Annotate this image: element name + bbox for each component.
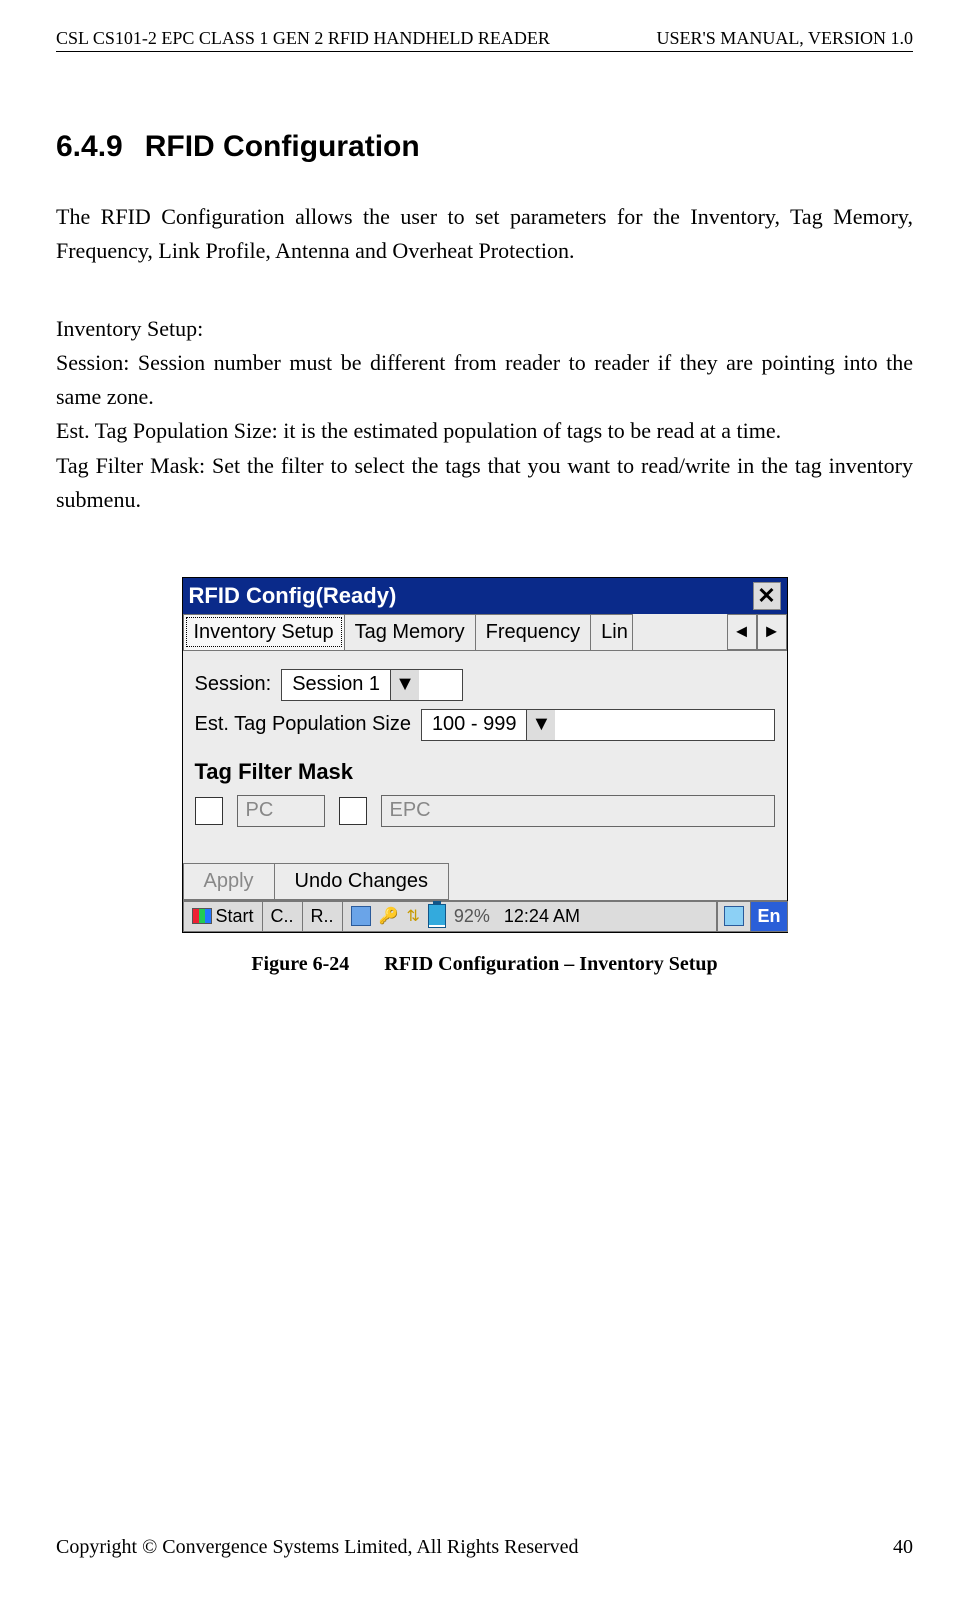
dropdown-icon: ▼ bbox=[390, 670, 419, 700]
copyright: Copyright © Convergence Systems Limited,… bbox=[56, 1536, 579, 1559]
figure-caption: Figure 6-24 RFID Configuration – Invento… bbox=[56, 953, 913, 976]
session-label: Session: bbox=[195, 673, 272, 696]
taskbar-app-1[interactable]: C.. bbox=[262, 901, 303, 932]
pc-checkbox[interactable] bbox=[195, 797, 223, 825]
est-pop-label: Est. Tag Population Size bbox=[195, 713, 411, 736]
windows-logo-icon bbox=[192, 908, 212, 924]
tab-inventory-setup[interactable]: Inventory Setup bbox=[183, 614, 345, 650]
network-icon: ⇅ bbox=[406, 906, 419, 926]
intro-paragraph: The RFID Configuration allows the user t… bbox=[56, 200, 913, 268]
close-icon: ✕ bbox=[757, 583, 775, 609]
chevron-left-icon: ◄ bbox=[733, 621, 751, 642]
rfid-config-dialog: RFID Config(Ready) ✕ Inventory Setup Tag… bbox=[182, 577, 788, 933]
tab-strip: Inventory Setup Tag Memory Frequency Lin… bbox=[183, 614, 787, 651]
chevron-right-icon: ► bbox=[763, 621, 781, 642]
running-header: CSL CS101-2 EPC CLASS 1 GEN 2 RFID HANDH… bbox=[56, 28, 913, 52]
tab-scroll-right[interactable]: ► bbox=[757, 614, 787, 650]
battery-icon bbox=[428, 904, 446, 928]
clock: 12:24 AM bbox=[504, 906, 580, 927]
header-left: CSL CS101-2 EPC CLASS 1 GEN 2 RFID HANDH… bbox=[56, 28, 550, 49]
epc-input[interactable]: EPC bbox=[381, 795, 775, 827]
taskbar: Start C.. R.. 🔑 ⇅ 92% 12:24 AM En bbox=[183, 900, 787, 932]
undo-changes-button[interactable]: Undo Changes bbox=[274, 863, 449, 900]
tab-scroll-left[interactable]: ◄ bbox=[727, 614, 757, 650]
figure-wrap: RFID Config(Ready) ✕ Inventory Setup Tag… bbox=[56, 577, 913, 933]
section-title: RFID Configuration bbox=[145, 130, 420, 164]
page-number: 40 bbox=[893, 1536, 913, 1559]
inventory-setup-heading: Inventory Setup: bbox=[56, 312, 913, 346]
session-paragraph: Session: Session number must be differen… bbox=[56, 346, 913, 414]
inventory-setup-panel: Session: Session 1 ▼ Est. Tag Population… bbox=[183, 651, 787, 863]
ime-button[interactable]: En bbox=[750, 901, 787, 932]
session-value: Session 1 bbox=[282, 673, 390, 696]
tab-scroll-controls: ◄ ► bbox=[727, 614, 787, 650]
battery-percent: 92% bbox=[454, 906, 490, 927]
tray-app-icon[interactable] bbox=[351, 906, 371, 926]
dialog-button-bar: Apply Undo Changes bbox=[183, 863, 787, 900]
inventory-setup-block: Inventory Setup: Session: Session number… bbox=[56, 312, 913, 517]
filter-paragraph: Tag Filter Mask: Set the filter to selec… bbox=[56, 449, 913, 517]
tag-filter-mask-heading: Tag Filter Mask bbox=[195, 759, 775, 785]
taskbar-app-2[interactable]: R.. bbox=[302, 901, 343, 932]
header-right: USER'S MANUAL, VERSION 1.0 bbox=[657, 28, 913, 49]
est-pop-value: 100 - 999 bbox=[422, 713, 527, 736]
apply-button[interactable]: Apply bbox=[183, 863, 275, 900]
tab-tag-memory[interactable]: Tag Memory bbox=[344, 614, 476, 650]
tab-link-profile-cut[interactable]: Lin bbox=[590, 614, 633, 650]
est-paragraph: Est. Tag Population Size: it is the esti… bbox=[56, 414, 913, 448]
section-heading: 6.4.9 RFID Configuration bbox=[56, 130, 913, 164]
session-combobox[interactable]: Session 1 ▼ bbox=[281, 669, 463, 701]
pc-input[interactable]: PC bbox=[237, 795, 325, 827]
start-label: Start bbox=[216, 906, 254, 927]
section-number: 6.4.9 bbox=[56, 130, 123, 164]
system-tray: 🔑 ⇅ 92% 12:24 AM bbox=[342, 901, 718, 932]
dropdown-icon: ▼ bbox=[526, 710, 555, 740]
start-button[interactable]: Start bbox=[183, 901, 263, 932]
desktop-icon bbox=[724, 906, 744, 926]
desktop-button[interactable] bbox=[717, 901, 751, 932]
dialog-title: RFID Config(Ready) bbox=[189, 583, 397, 609]
figure-label: Figure 6-24 bbox=[251, 953, 349, 975]
dialog-titlebar: RFID Config(Ready) ✕ bbox=[183, 578, 787, 614]
tab-frequency[interactable]: Frequency bbox=[475, 614, 592, 650]
est-pop-combobox[interactable]: 100 - 999 ▼ bbox=[421, 709, 775, 741]
close-button[interactable]: ✕ bbox=[753, 582, 781, 610]
page-footer: Copyright © Convergence Systems Limited,… bbox=[56, 1516, 913, 1559]
key-icon: 🔑 bbox=[379, 906, 399, 926]
figure-text: RFID Configuration – Inventory Setup bbox=[384, 953, 717, 975]
epc-checkbox[interactable] bbox=[339, 797, 367, 825]
